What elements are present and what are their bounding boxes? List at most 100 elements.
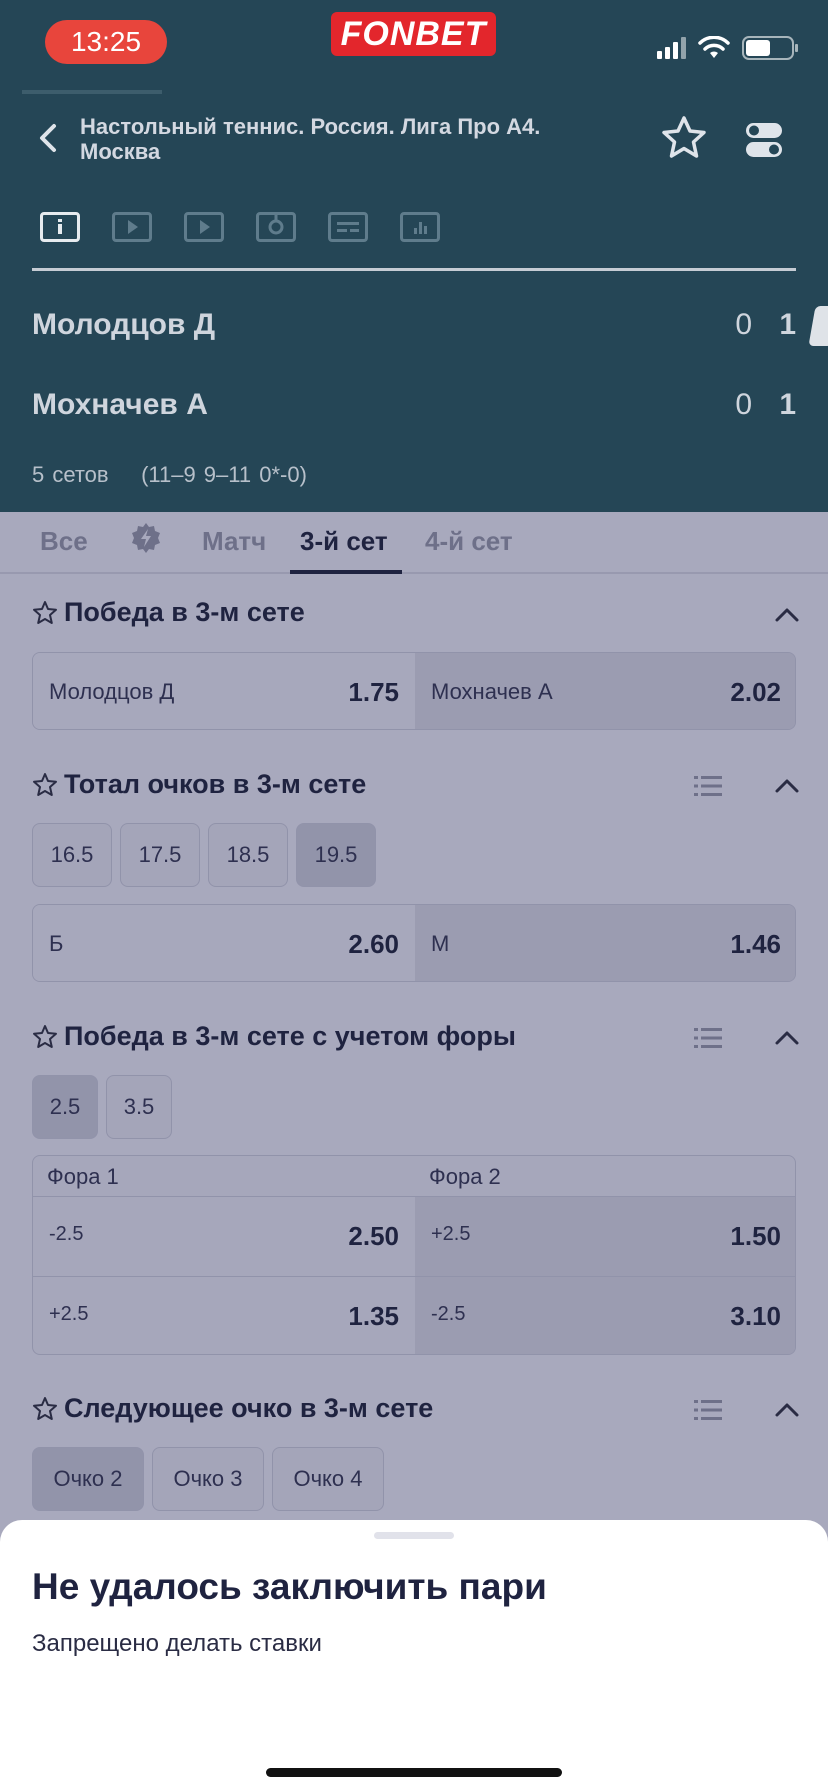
status-time: 13:25 <box>45 20 167 64</box>
handicap-row: -2.5 2.50 +2.5 1.50 <box>33 1196 795 1277</box>
collapse-chevron-icon[interactable] <box>774 776 800 794</box>
odds-label: -2.5 <box>49 1223 84 1245</box>
scoreboard-tab-icon[interactable] <box>328 212 368 242</box>
total-option-chip[interactable]: 18.5 <box>208 823 288 887</box>
odds-label: Мохначев А <box>431 679 553 704</box>
column-label: Фора 1 <box>47 1164 119 1189</box>
handicap-col-header: Фора 2 <box>415 1156 795 1196</box>
media-tabs <box>40 212 440 242</box>
handicap-odds-cell[interactable]: +2.5 1.35 <box>33 1277 415 1354</box>
total-odds: Б 2.60 М 1.46 <box>32 904 796 982</box>
handicap-option-chip[interactable]: 3.5 <box>106 1075 172 1139</box>
active-tab-underline <box>290 570 402 574</box>
market-title-win-set: Победа в 3-м сете <box>64 597 305 627</box>
tab-set-4[interactable]: 4-й сет <box>425 526 513 557</box>
player-name: Мохначев А <box>32 388 208 421</box>
next-point-option-chip[interactable]: Очко 3 <box>152 1447 264 1511</box>
collapse-chevron-icon[interactable] <box>774 1028 800 1046</box>
lightning-tab-icon[interactable] <box>130 522 162 554</box>
match-format: 5 сетов <box>32 462 109 487</box>
odds-value: 1.46 <box>730 929 781 959</box>
odds-label: Б <box>49 931 64 956</box>
odds-value: 2.50 <box>348 1221 399 1251</box>
brand-logo: FONBET <box>331 12 496 56</box>
list-view-icon[interactable] <box>694 774 722 798</box>
event-header: 13:25 FONBET Настольный теннис. Россия. … <box>0 0 828 512</box>
market-star-icon[interactable] <box>32 1396 58 1422</box>
wifi-icon <box>698 36 730 58</box>
serve-indicator <box>808 306 828 346</box>
media-tabs-line <box>32 268 796 271</box>
odds-value: 2.60 <box>348 929 399 959</box>
odds-label: -2.5 <box>431 1303 466 1325</box>
market-star-icon[interactable] <box>32 1024 58 1050</box>
tab-all[interactable]: Все <box>40 526 88 557</box>
handicap-odds-cell[interactable]: -2.5 2.50 <box>33 1197 415 1277</box>
sets-score: 0 <box>735 308 752 341</box>
sheet-message: Запрещено делать ставки <box>32 1630 322 1657</box>
market-star-icon[interactable] <box>32 772 58 798</box>
tab-match[interactable]: Матч <box>202 526 266 557</box>
player-name: Молодцов Д <box>32 308 216 341</box>
odds-label: М <box>431 931 450 956</box>
odds-value: 2.02 <box>730 677 781 707</box>
total-option-chip[interactable]: 16.5 <box>32 823 112 887</box>
odds-label: Молодцов Д <box>49 679 175 704</box>
odds-player-2[interactable]: Мохначев А 2.02 <box>415 653 795 729</box>
battery-icon <box>742 36 798 60</box>
info-tab-icon[interactable] <box>40 212 80 242</box>
stats-tab-icon[interactable] <box>400 212 440 242</box>
error-bottom-sheet: Не удалось заключить пари Запрещено дела… <box>0 1520 828 1792</box>
settings-toggle-icon[interactable] <box>744 120 784 160</box>
odds-value: 1.35 <box>348 1301 399 1331</box>
handicap-col-header: Фора 1 <box>33 1156 415 1196</box>
total-option-chip-selected[interactable]: 19.5 <box>296 823 376 887</box>
handicap-odds-cell[interactable]: -2.5 3.10 <box>415 1277 795 1354</box>
market-title-handicap: Победа в 3-м сете с учетом форы <box>64 1021 516 1051</box>
player-row-2: Мохначев А 0 1 <box>32 388 796 428</box>
collapse-chevron-icon[interactable] <box>774 605 800 623</box>
win-set-odds: Молодцов Д 1.75 Мохначев А 2.02 <box>32 652 796 730</box>
column-label: Фора 2 <box>429 1164 501 1189</box>
odds-value: 1.50 <box>730 1221 781 1251</box>
odds-label: +2.5 <box>431 1223 471 1245</box>
sets-score: 0 <box>735 388 752 421</box>
next-point-option-chip-selected[interactable]: Очко 2 <box>32 1447 144 1511</box>
back-arrow-icon[interactable] <box>32 118 66 158</box>
tracker-tab-icon[interactable] <box>256 212 296 242</box>
market-title-next-point: Следующее очко в 3-м сете <box>64 1393 434 1423</box>
handicap-row: +2.5 1.35 -2.5 3.10 <box>33 1276 795 1354</box>
score-detail: (11–9 9–11 0*-0) <box>141 462 307 487</box>
market-star-icon[interactable] <box>32 600 58 626</box>
odds-under[interactable]: М 1.46 <box>415 905 795 981</box>
next-point-option-chip[interactable]: Очко 4 <box>272 1447 384 1511</box>
favorite-star-icon[interactable] <box>660 114 708 162</box>
handicap-odds-cell[interactable]: +2.5 1.50 <box>415 1197 795 1277</box>
video-alt-tab-icon[interactable] <box>184 212 224 242</box>
sheet-grabber[interactable] <box>374 1532 454 1539</box>
status-icons <box>657 36 798 60</box>
sheet-title: Не удалось заключить пари <box>32 1566 547 1607</box>
list-view-icon[interactable] <box>694 1398 722 1422</box>
odds-over[interactable]: Б 2.60 <box>33 905 415 981</box>
league-title: Настольный теннис. Россия. Лига Про А4. … <box>80 114 541 164</box>
video-tab-icon[interactable] <box>112 212 152 242</box>
odds-player-1[interactable]: Молодцов Д 1.75 <box>33 653 415 729</box>
collapse-chevron-icon[interactable] <box>774 1400 800 1418</box>
market-tabs: Все Матч 3-й сет 4-й сет <box>0 512 828 574</box>
header-divider <box>22 90 162 94</box>
handicap-odds-table: Фора 1 Фора 2 -2.5 2.50 +2.5 1.50 +2.5 1… <box>32 1155 796 1355</box>
tab-set-3[interactable]: 3-й сет <box>300 526 388 557</box>
match-info: 5 сетов (11–9 9–11 0*-0) <box>32 462 307 488</box>
home-indicator[interactable] <box>266 1768 562 1777</box>
total-option-chip[interactable]: 17.5 <box>120 823 200 887</box>
handicap-option-chip-selected[interactable]: 2.5 <box>32 1075 98 1139</box>
odds-value: 3.10 <box>730 1301 781 1331</box>
odds-value: 1.75 <box>348 677 399 707</box>
list-view-icon[interactable] <box>694 1026 722 1050</box>
cellular-signal-icon <box>657 37 686 59</box>
odds-label: +2.5 <box>49 1303 89 1325</box>
points-score: 1 <box>779 388 796 421</box>
player-row-1: Молодцов Д 0 1 <box>32 308 796 348</box>
points-score: 1 <box>779 308 796 341</box>
